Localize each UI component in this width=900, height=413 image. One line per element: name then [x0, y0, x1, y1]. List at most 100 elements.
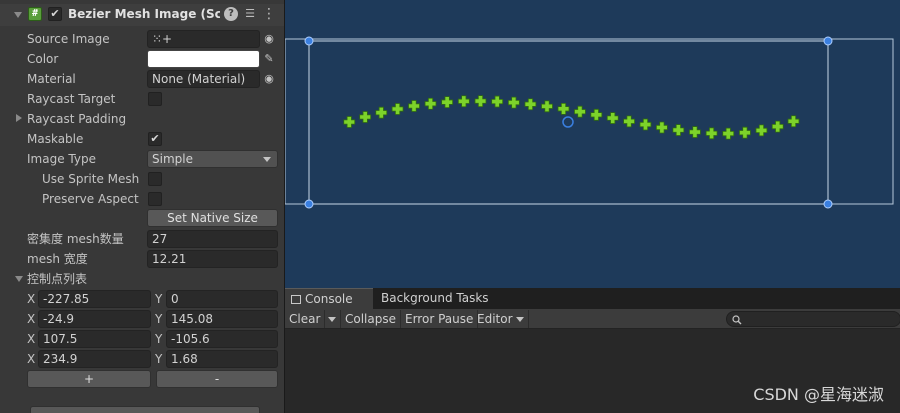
clear-button[interactable]: Clear — [285, 310, 326, 328]
corner-handle[interactable] — [823, 199, 833, 209]
point-y-field[interactable]: 1.68 — [166, 350, 278, 368]
image-type-dropdown[interactable]: Simple — [147, 150, 278, 168]
canvas-bounds — [285, 38, 894, 205]
raycast-target-checkbox[interactable] — [148, 92, 162, 106]
console-toolbar: Clear Collapse Error Pause Editor — [285, 309, 900, 329]
point-x-axis-label: X — [27, 292, 36, 306]
raycast-padding-label[interactable]: Raycast Padding — [27, 110, 126, 128]
scene-canvas[interactable] — [285, 0, 900, 288]
point-y-axis-label: Y — [155, 292, 163, 306]
source-image-label: Source Image — [27, 32, 110, 46]
set-native-size-button[interactable]: Set Native Size — [147, 209, 278, 227]
maskable-checkbox[interactable]: ✔ — [148, 132, 162, 146]
point-x-axis-label: X — [27, 352, 36, 366]
rect-transform-bounds[interactable] — [308, 40, 829, 205]
preserve-aspect-checkbox[interactable] — [148, 192, 162, 206]
point-x-field[interactable]: -24.9 — [38, 310, 151, 328]
mesh-plus-marker — [359, 111, 372, 123]
mesh-plus-marker — [474, 95, 487, 107]
corner-handle[interactable] — [823, 36, 833, 46]
mesh-plus-marker — [689, 126, 701, 138]
point-x-field[interactable]: 107.5 — [38, 330, 151, 348]
console-search-input[interactable] — [726, 311, 900, 327]
mesh-plus-marker — [441, 96, 454, 109]
point-x-field[interactable]: 234.9 — [38, 350, 151, 368]
point-x-field[interactable]: -227.85 — [38, 290, 151, 308]
mesh-width-label: mesh 宽度 — [27, 252, 88, 266]
use-sprite-mesh-checkbox[interactable] — [148, 172, 162, 186]
scene-view[interactable] — [284, 0, 900, 288]
density-field[interactable]: 27 — [147, 230, 278, 248]
partial-button-bottom[interactable] — [30, 406, 260, 413]
raycast-padding-foldout-icon[interactable] — [16, 114, 22, 122]
raycast-target-label: Raycast Target — [27, 92, 116, 106]
component-title: Bezier Mesh Image (Scrip — [68, 7, 220, 21]
control-points-foldout-icon[interactable] — [15, 276, 23, 282]
mesh-plus-marker — [524, 98, 537, 111]
mesh-plus-marker — [408, 100, 420, 112]
tab-console-label: Console — [305, 292, 353, 306]
component-foldout-icon[interactable] — [14, 12, 22, 18]
chevron-down-icon — [515, 317, 524, 322]
mesh-plus-marker — [655, 121, 668, 134]
point-y-field[interactable]: -105.6 — [166, 330, 278, 348]
mesh-plus-marker — [507, 96, 520, 109]
corner-handle[interactable] — [304, 36, 314, 46]
mesh-plus-marker — [722, 127, 735, 140]
mesh-plus-marker — [771, 120, 784, 133]
control-points-label: 控制点列表 — [27, 272, 88, 286]
mesh-plus-marker — [541, 100, 553, 113]
search-icon — [732, 315, 742, 325]
material-picker-target-icon[interactable]: ◉ — [260, 70, 278, 88]
mesh-plus-marker — [424, 97, 437, 110]
mesh-plus-marker — [375, 106, 388, 119]
corner-handle[interactable] — [304, 199, 314, 209]
point-x-axis-label: X — [27, 312, 36, 326]
mesh-plus-marker — [491, 95, 504, 108]
remove-point-button[interactable]: - — [156, 370, 278, 388]
component-header[interactable]: # ✔ Bezier Mesh Image (Scrip ? ☰ ⋮ — [0, 4, 284, 26]
mesh-plus-marker — [391, 103, 404, 115]
maskable-label: Maskable — [27, 132, 84, 146]
density-label: 密集度 mesh数量 — [27, 232, 124, 246]
source-image-field[interactable]: ⁙+ — [147, 30, 260, 48]
color-eyedropper-icon[interactable]: ✎ — [260, 50, 278, 68]
mesh-plus-marker — [739, 126, 751, 139]
mesh-plus-marker — [574, 105, 586, 118]
chevron-down-icon — [328, 317, 336, 322]
tab-background-tasks[interactable]: Background Tasks — [375, 288, 495, 309]
color-label: Color — [27, 52, 59, 66]
pivot-handle[interactable] — [562, 116, 574, 128]
color-swatch[interactable] — [147, 50, 260, 68]
mesh-plus-marker — [639, 118, 652, 131]
material-label: Material — [27, 72, 76, 86]
component-enabled-checkbox[interactable]: ✔ — [48, 7, 62, 21]
watermark: CSDN @星海迷淑 — [753, 385, 884, 404]
help-icon[interactable]: ? — [224, 7, 238, 21]
console-icon — [291, 295, 301, 304]
add-point-button[interactable]: + — [27, 370, 151, 388]
component-menu-kebab-icon[interactable]: ⋮ — [262, 7, 276, 21]
material-field[interactable]: None (Material) — [147, 70, 260, 88]
preserve-aspect-label: Preserve Aspect — [42, 192, 139, 206]
source-image-picker-target-icon[interactable]: ◉ — [260, 30, 278, 48]
image-type-label: Image Type — [27, 152, 96, 166]
point-y-field[interactable]: 145.08 — [166, 310, 278, 328]
mesh-width-field[interactable]: 12.21 — [147, 250, 278, 268]
console-panel: Console Background Tasks Clear Collapse … — [284, 288, 900, 413]
clear-options-dropdown[interactable] — [323, 310, 341, 328]
collapse-button[interactable]: Collapse — [341, 310, 401, 328]
error-pause-button[interactable]: Error Pause — [401, 310, 479, 328]
point-y-field[interactable]: 0 — [166, 290, 278, 308]
mesh-plus-marker — [557, 102, 570, 115]
mesh-plus-marker — [755, 124, 768, 137]
editor-dropdown-label: Editor — [477, 312, 513, 326]
presets-sliders-icon[interactable]: ☰ — [243, 7, 257, 21]
inspector-panel: # ✔ Bezier Mesh Image (Scrip ? ☰ ⋮ Sourc… — [0, 0, 284, 413]
mesh-plus-marker — [672, 124, 685, 136]
tab-console[interactable]: Console — [285, 288, 373, 309]
mesh-plus-marker — [590, 108, 603, 121]
use-sprite-mesh-label: Use Sprite Mesh — [42, 172, 140, 186]
mesh-plus-marker — [343, 116, 356, 128]
editor-dropdown[interactable]: Editor — [473, 310, 529, 328]
